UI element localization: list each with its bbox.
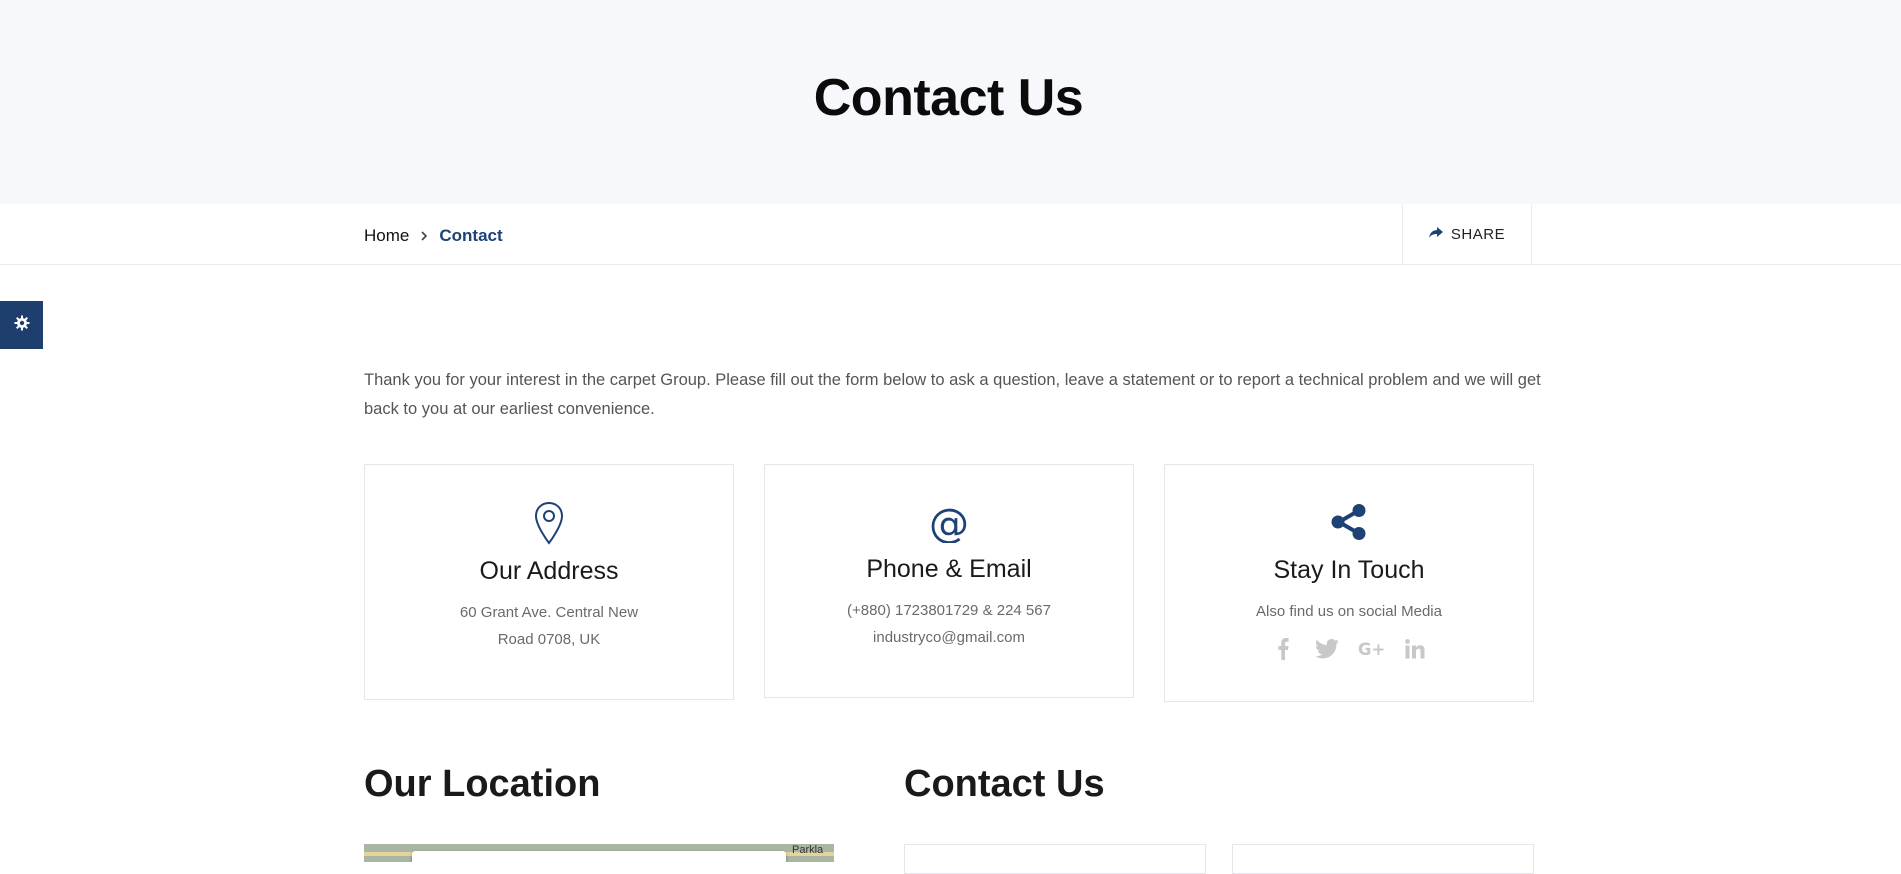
svg-text:G+: G+ (1358, 640, 1384, 659)
social-links: G+ (1165, 636, 1533, 662)
name-field[interactable] (904, 844, 1206, 874)
contact-section-title: Contact Us (904, 763, 1105, 805)
page-title: Contact Us (813, 69, 1084, 127)
email-field[interactable] (1232, 844, 1534, 874)
linkedin-icon[interactable] (1402, 636, 1428, 662)
phone-email-card: @ Phone & Email (+880) 1723801729 & 224 … (764, 464, 1134, 698)
breadcrumb-bar: Home Contact (0, 204, 1901, 265)
location-map[interactable]: Parkla (364, 844, 834, 862)
email-link[interactable]: industryco@gmail.com (765, 624, 1133, 651)
facebook-icon[interactable] (1270, 636, 1296, 662)
svg-text:@: @ (929, 503, 969, 543)
location-section-title: Our Location (364, 763, 601, 805)
map-place-label: Parkla (792, 844, 824, 856)
intro-text: Thank you for your interest in the carpe… (364, 371, 1541, 418)
card-title: Our Address (479, 557, 619, 585)
phone-text: (+880) 1723801729 & 224 567 (847, 602, 1051, 619)
chevron-right-icon (419, 230, 429, 242)
map-pin-icon (365, 501, 733, 545)
social-caption: Also find us on social Media (1256, 603, 1442, 620)
settings-toggle-button[interactable] (0, 301, 43, 349)
page-header: Contact Us (0, 0, 1901, 204)
share-icon (1165, 503, 1533, 541)
breadcrumb-current: Contact (439, 226, 503, 245)
address-line-1: 60 Grant Ave. Central New (459, 604, 639, 621)
gear-icon (14, 315, 30, 336)
breadcrumb-home-link[interactable]: Home (364, 226, 409, 246)
google-plus-icon[interactable]: G+ (1358, 636, 1384, 662)
card-title: Phone & Email (866, 555, 1032, 583)
address-card: Our Address 60 Grant Ave. Central New Ro… (364, 464, 734, 700)
share-label: SHARE (1450, 225, 1506, 243)
address-line-2: Road 0708, UK (497, 631, 601, 648)
share-button[interactable]: SHARE (1402, 204, 1532, 264)
twitter-icon[interactable] (1314, 636, 1340, 662)
breadcrumb: Home Contact (364, 226, 503, 246)
map-info-box (412, 851, 786, 862)
card-title: Stay In Touch (1273, 556, 1425, 584)
share-arrow-icon (1428, 226, 1443, 243)
at-sign-icon: @ (765, 503, 1133, 543)
stay-in-touch-card: Stay In Touch Also find us on social Med… (1164, 464, 1534, 702)
